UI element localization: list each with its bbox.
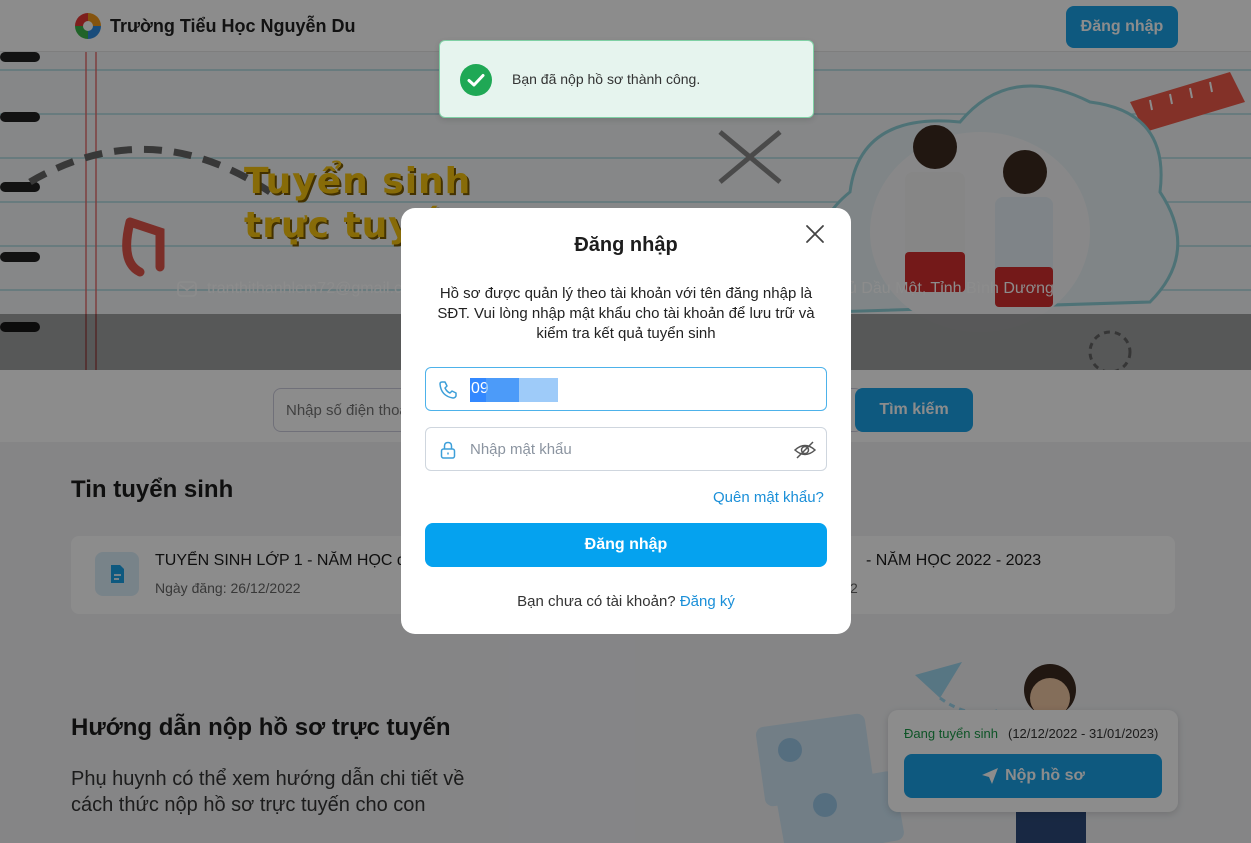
phone-field[interactable]: 09 — [425, 367, 827, 411]
no-account-text: Bạn chưa có tài khoản? — [517, 593, 676, 610]
modal-description: Hồ sơ được quản lý theo tài khoản với tê… — [437, 285, 815, 342]
modal-title: Đăng nhập — [574, 234, 678, 256]
phone-value[interactable]: 09 — [470, 378, 558, 402]
login-submit-button[interactable]: Đăng nhập — [425, 523, 827, 567]
password-field[interactable]: Nhập mật khẩu — [425, 427, 827, 471]
password-placeholder: Nhập mật khẩu — [470, 441, 572, 458]
signup-prompt: Bạn chưa có tài khoản? Đăng ký — [401, 593, 851, 610]
forgot-password-link[interactable]: Quên mật khẩu? — [713, 489, 824, 506]
signup-link[interactable]: Đăng ký — [680, 593, 735, 610]
success-toast: Bạn đã nộp hồ sơ thành công. — [439, 40, 814, 118]
lock-icon — [440, 441, 456, 459]
login-modal: Đăng nhập Hồ sơ được quản lý theo tài kh… — [401, 208, 851, 634]
close-icon[interactable] — [803, 222, 827, 246]
toast-message: Bạn đã nộp hồ sơ thành công. — [512, 71, 701, 87]
eye-off-icon[interactable] — [794, 440, 816, 460]
phone-icon — [439, 381, 457, 399]
check-circle-icon — [460, 64, 492, 96]
